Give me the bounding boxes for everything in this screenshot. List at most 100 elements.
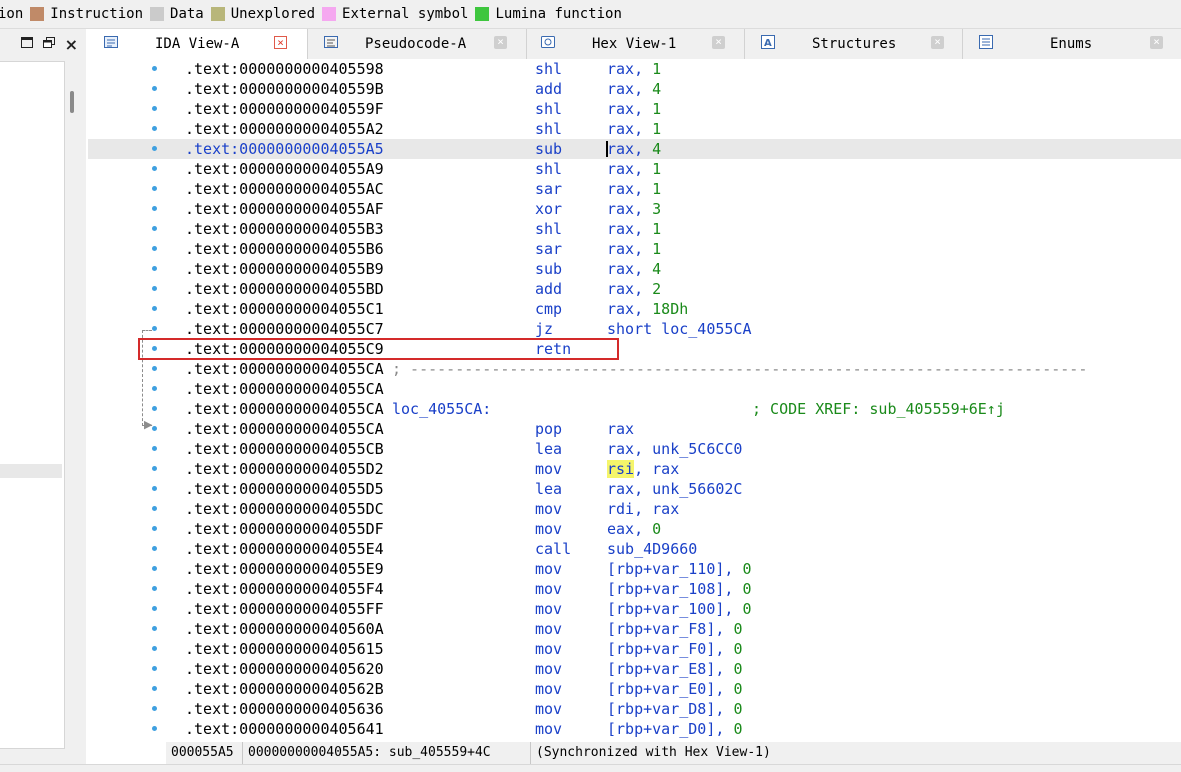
operand-text[interactable]: rax,	[607, 240, 652, 258]
mnemonic[interactable]: shl	[535, 59, 562, 79]
mnemonic[interactable]: add	[535, 79, 562, 99]
line-address[interactable]: .text:00000000004055A2	[185, 119, 384, 139]
mnemonic[interactable]: mov	[535, 659, 562, 679]
disasm-line[interactable]: .text:0000000000405620 mov [rbp+var_E8], 0	[88, 659, 1181, 679]
disasm-line[interactable]: .text:00000000004055A2 shl rax, 1	[88, 119, 1181, 139]
disasm-line[interactable]: .text:0000000000405598 shl rax, 1	[88, 59, 1181, 79]
breakpoint-dot-icon[interactable]	[152, 426, 157, 431]
mnemonic[interactable]: sar	[535, 239, 562, 259]
breakpoint-dot-icon[interactable]	[152, 246, 157, 251]
line-address[interactable]: .text:00000000004055A9	[185, 159, 384, 179]
line-address[interactable]: .text:00000000004055DF	[185, 519, 384, 539]
line-address[interactable]: .text:00000000004055FF	[185, 599, 384, 619]
breakpoint-dot-icon[interactable]	[152, 206, 157, 211]
breakpoint-dot-icon[interactable]	[152, 306, 157, 311]
line-address[interactable]: .text:0000000000405615	[185, 639, 384, 659]
operand-text[interactable]: [rbp+var_D8],	[607, 700, 733, 718]
tab-hex-view-1[interactable]: Hex View-1 ×	[527, 29, 745, 59]
line-address[interactable]: .text:0000000000405598	[185, 59, 384, 79]
breakpoint-dot-icon[interactable]	[152, 86, 157, 91]
disasm-line[interactable]: .text:00000000004055B6 sar rax, 1	[88, 239, 1181, 259]
operand-number[interactable]: 0	[733, 720, 742, 738]
operand-number[interactable]: 1	[652, 220, 661, 238]
breakpoint-dot-icon[interactable]	[152, 726, 157, 731]
disasm-line[interactable]: .text:00000000004055C1 cmp rax, 18Dh	[88, 299, 1181, 319]
operand-text[interactable]: rax, unk_5C6CC0	[607, 440, 742, 458]
breakpoint-dot-icon[interactable]	[152, 406, 157, 411]
operand-number[interactable]: 1	[652, 60, 661, 78]
disasm-line[interactable]: .text:00000000004055BD add rax, 2	[88, 279, 1181, 299]
line-address[interactable]: .text:000000000040560A	[185, 619, 384, 639]
disasm-line[interactable]: .text:00000000004055CB lea rax, unk_5C6CC0	[88, 439, 1181, 459]
disasm-line[interactable]: .text:00000000004055B3 shl rax, 1	[88, 219, 1181, 239]
operand-text[interactable]: rax,	[607, 100, 652, 118]
breakpoint-dot-icon[interactable]	[152, 646, 157, 651]
line-address[interactable]: .text:000000000040559F	[185, 99, 384, 119]
operand-number[interactable]: 0	[733, 640, 742, 658]
mnemonic[interactable]: sub	[535, 259, 562, 279]
breakpoint-dot-icon[interactable]	[152, 566, 157, 571]
tab-close-icon[interactable]: ×	[494, 36, 507, 49]
mnemonic[interactable]: jz	[535, 319, 553, 339]
operand-text[interactable]: [rbp+var_F8],	[607, 620, 733, 638]
operands[interactable]: [rbp+var_F0], 0	[607, 639, 742, 659]
disasm-line[interactable]: .text:00000000004055DC mov rdi, rax	[88, 499, 1181, 519]
operands[interactable]: rax, 1	[607, 59, 661, 79]
breakpoint-dot-icon[interactable]	[152, 506, 157, 511]
tab-close-icon[interactable]: ×	[712, 36, 725, 49]
disasm-line[interactable]: .text:00000000004055AF xor rax, 3	[88, 199, 1181, 219]
breakpoint-dot-icon[interactable]	[152, 546, 157, 551]
mnemonic[interactable]: mov	[535, 679, 562, 699]
operand-text[interactable]: rax, unk_56602C	[607, 480, 742, 498]
operand-text[interactable]: [rbp+var_E8],	[607, 660, 733, 678]
disasm-line[interactable]: .text:00000000004055AC sar rax, 1	[88, 179, 1181, 199]
operand-text[interactable]: rax	[607, 420, 634, 438]
operands[interactable]: rax, 2	[607, 279, 661, 299]
operand-number[interactable]: 1	[652, 160, 661, 178]
disasm-line[interactable]: .text:00000000004055CA loc_4055CA: ; CODE …	[88, 399, 1181, 419]
line-address[interactable]: .text:00000000004055B6	[185, 239, 384, 259]
disasm-line[interactable]: .text:00000000004055DF mov eax, 0	[88, 519, 1181, 539]
line-address[interactable]: .text:00000000004055CA	[185, 379, 384, 399]
operand-text[interactable]: rax,	[607, 160, 652, 178]
breakpoint-dot-icon[interactable]	[152, 166, 157, 171]
mnemonic[interactable]: mov	[535, 559, 562, 579]
line-address[interactable]: .text:00000000004055D5	[185, 479, 384, 499]
mnemonic[interactable]: mov	[535, 519, 562, 539]
operand-text[interactable]: eax,	[607, 520, 652, 538]
mnemonic[interactable]: mov	[535, 599, 562, 619]
disasm-line[interactable]: .text:000000000040562B mov [rbp+var_E0], 0	[88, 679, 1181, 699]
operands[interactable]: rax, 4	[607, 259, 661, 279]
disasm-line[interactable]: .text:0000000000405641 mov [rbp+var_D0], 0	[88, 719, 1181, 739]
mnemonic[interactable]: pop	[535, 419, 562, 439]
line-address[interactable]: .text:00000000004055CA	[185, 399, 384, 419]
operands[interactable]: rax, 1	[607, 99, 661, 119]
operands[interactable]: [rbp+var_E8], 0	[607, 659, 742, 679]
operands[interactable]: rax, 4	[607, 79, 661, 99]
disasm-line[interactable]: .text:00000000004055D2 mov rsi, rax	[88, 459, 1181, 479]
disasm-line[interactable]: .text:00000000004055FF mov [rbp+var_100], …	[88, 599, 1181, 619]
operands[interactable]: rax, 3	[607, 199, 661, 219]
line-address[interactable]: .text:0000000000405620	[185, 659, 384, 679]
mnemonic[interactable]: mov	[535, 459, 562, 479]
mnemonic[interactable]: mov	[535, 579, 562, 599]
mnemonic[interactable]: lea	[535, 479, 562, 499]
close-icon[interactable]: ×	[65, 35, 78, 54]
left-pane-scrollbar-thumb[interactable]	[70, 91, 74, 113]
operand-number[interactable]: 18Dh	[652, 300, 688, 318]
mnemonic[interactable]: shl	[535, 219, 562, 239]
mnemonic[interactable]: mov	[535, 619, 562, 639]
line-address[interactable]: .text:00000000004055E4	[185, 539, 384, 559]
operand-text[interactable]: rax,	[607, 220, 652, 238]
line-address[interactable]: .text:00000000004055C7	[185, 319, 384, 339]
highlighted-register[interactable]: rsi	[607, 460, 635, 478]
operand-number[interactable]: 0	[733, 700, 742, 718]
tab-pseudocode-a[interactable]: Pseudocode-A ×	[308, 29, 527, 59]
operands[interactable]: rax, 4	[607, 139, 661, 159]
operand-text[interactable]: [rbp+var_F0],	[607, 640, 733, 658]
operand-text[interactable]: sub_4D9660	[607, 540, 697, 558]
tab-close-icon[interactable]: ×	[1150, 36, 1163, 49]
operand-number[interactable]: 4	[652, 140, 661, 158]
breakpoint-dot-icon[interactable]	[152, 486, 157, 491]
disasm-line[interactable]: .text:00000000004055E4 call sub_4D9660	[88, 539, 1181, 559]
